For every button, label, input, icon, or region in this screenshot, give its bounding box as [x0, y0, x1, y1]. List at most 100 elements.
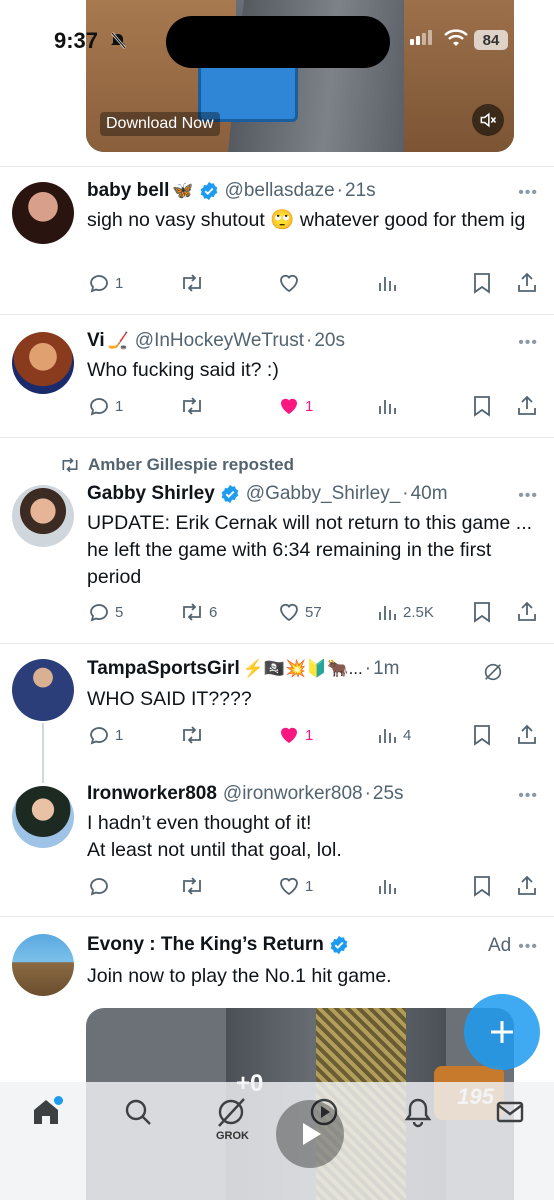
bookmark-button[interactable]	[471, 271, 493, 295]
mute-button[interactable]	[472, 104, 504, 136]
repost-button[interactable]: 6	[179, 600, 217, 624]
reply-button[interactable]: 1	[87, 394, 123, 418]
tweet-time[interactable]: 25s	[373, 783, 404, 805]
author-name[interactable]: TampaSportsGirl	[87, 658, 240, 680]
bookmark-button[interactable]	[471, 394, 493, 418]
views-button[interactable]: 4	[375, 723, 411, 747]
heart-filled-icon	[281, 398, 297, 414]
download-now-label[interactable]: Download Now	[100, 112, 220, 136]
tweet-text-line: I hadn’t even thought of it!	[87, 812, 312, 834]
author-name[interactable]: Gabby Shirley	[87, 483, 215, 505]
verified-badge-icon	[330, 935, 348, 955]
repost-icon	[183, 726, 201, 744]
like-button[interactable]	[277, 271, 301, 295]
views-chart-icon	[379, 400, 396, 414]
avatar[interactable]	[12, 332, 74, 394]
mail-icon	[496, 1101, 524, 1123]
nav-search[interactable]	[122, 1096, 154, 1133]
reply-count: 1	[115, 274, 124, 292]
tweet-time[interactable]: 1m	[373, 658, 399, 680]
like-button[interactable]: 1	[277, 874, 313, 898]
like-count: 1	[305, 877, 314, 895]
share-icon	[518, 875, 536, 895]
nav-grok[interactable]	[214, 1096, 248, 1133]
more-options-icon[interactable]: •••	[518, 184, 538, 202]
dynamic-island	[166, 16, 390, 68]
share-button[interactable]	[515, 271, 539, 295]
divider	[0, 643, 554, 644]
speaker-muted-icon	[480, 112, 497, 128]
views-button[interactable]	[375, 271, 399, 295]
share-button[interactable]	[515, 394, 539, 418]
author-name[interactable]: Evony : The King’s Return	[87, 934, 324, 956]
repost-icon	[183, 603, 201, 621]
share-icon	[518, 272, 536, 292]
hockey-stick-emoji: 🏒	[107, 331, 129, 350]
author-name[interactable]: Vi	[87, 330, 105, 352]
author-handle[interactable]: @ironworker808	[223, 783, 363, 805]
tweet-time[interactable]: 21s	[345, 180, 376, 202]
more-options-icon[interactable]: •••	[518, 334, 538, 352]
reply-button[interactable]: 1	[87, 271, 123, 295]
author-name[interactable]: baby bell	[87, 180, 169, 202]
reply-button[interactable]: 1	[87, 723, 123, 747]
reply-button[interactable]: 5	[87, 600, 123, 624]
name-emojis: ⚡🏴‍☠️💥🔰🐂...	[242, 659, 363, 678]
avatar[interactable]	[12, 182, 74, 244]
like-count: 1	[305, 726, 314, 744]
compose-button[interactable]	[464, 994, 540, 1070]
thread-connector	[42, 723, 44, 783]
share-button[interactable]	[515, 600, 539, 624]
like-button[interactable]: 1	[277, 394, 313, 418]
plus-icon	[491, 1021, 513, 1043]
bookmark-icon	[474, 396, 490, 417]
bookmark-button[interactable]	[471, 723, 493, 747]
nav-messages[interactable]	[494, 1096, 526, 1133]
heart-filled-icon	[281, 727, 297, 743]
reply-button[interactable]	[87, 874, 111, 898]
video-play-button[interactable]	[276, 1100, 344, 1168]
views-button[interactable]: 2.5K	[375, 600, 434, 624]
author-handle[interactable]: @InHockeyWeTrust	[135, 330, 304, 352]
author-handle[interactable]: @Gabby_Shirley_	[246, 483, 400, 505]
bell-off-icon	[111, 32, 126, 49]
share-button[interactable]	[515, 723, 539, 747]
avatar[interactable]	[12, 786, 74, 848]
wifi-icon	[444, 29, 468, 46]
repost-icon	[183, 274, 201, 292]
tweet-time[interactable]: 20s	[314, 330, 345, 352]
more-options-icon[interactable]: •••	[518, 938, 538, 956]
repost-icon	[183, 397, 201, 415]
reply-icon	[90, 727, 108, 745]
like-button[interactable]: 1	[277, 723, 313, 747]
repost-button[interactable]	[179, 271, 205, 295]
tweet-time[interactable]: 40m	[411, 483, 448, 505]
views-button[interactable]	[375, 874, 399, 898]
author-handle[interactable]: @bellasdaze	[225, 180, 335, 202]
more-options-icon[interactable]: •••	[518, 787, 538, 805]
avatar[interactable]	[12, 659, 74, 721]
repost-button[interactable]	[179, 874, 205, 898]
bookmark-button[interactable]	[471, 600, 493, 624]
grok-icon[interactable]	[482, 661, 504, 683]
author-name[interactable]: Ironworker808	[87, 783, 217, 805]
views-button[interactable]	[375, 394, 399, 418]
repost-button[interactable]	[179, 723, 205, 747]
status-bar: 9:37 84	[0, 0, 554, 80]
avatar[interactable]	[12, 485, 74, 547]
like-button[interactable]: 57	[277, 600, 322, 624]
more-options-icon[interactable]: •••	[518, 487, 538, 505]
views-chart-icon	[379, 880, 396, 894]
tweet-text-line: At least not until that goal, lol.	[87, 839, 342, 861]
share-button[interactable]	[515, 874, 539, 898]
divider	[0, 916, 554, 917]
repost-context[interactable]: Amber Gillespie reposted	[58, 455, 294, 475]
nav-notifications[interactable]	[402, 1096, 434, 1133]
repost-button[interactable]	[179, 394, 205, 418]
verified-badge-icon	[200, 181, 217, 201]
reply-icon	[90, 275, 108, 293]
battery-indicator: 84	[474, 30, 508, 50]
avatar[interactable]	[12, 934, 74, 996]
bookmark-button[interactable]	[471, 874, 493, 898]
repost-count: 6	[209, 603, 218, 621]
